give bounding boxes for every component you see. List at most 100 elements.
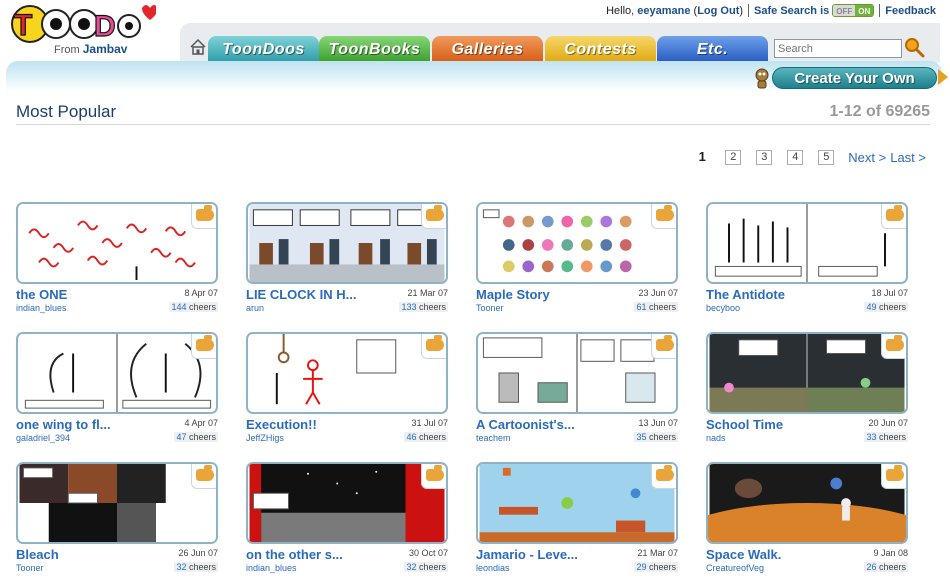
toon-thumbnail[interactable] [476,462,678,544]
toon-thumbnail[interactable] [476,202,678,284]
cheer-label: cheers [418,432,446,442]
hand-icon [886,205,904,221]
cheer-badge[interactable] [651,204,676,229]
hand-icon [886,335,904,351]
cheer-badge[interactable] [421,204,446,229]
logout-link[interactable]: Log Out [697,5,739,17]
cheer-label: cheers [648,302,676,312]
cheer-count: 49 [866,302,877,312]
user-bar: Hello, eeyamane (Log Out) Safe Search is… [606,4,936,17]
cheer-badge[interactable] [191,334,216,359]
username-link[interactable]: eeyamane [637,5,690,17]
cheer-badge[interactable] [881,204,906,229]
search-input[interactable] [774,39,902,58]
toon-thumbnail[interactable] [16,462,218,544]
toon-title[interactable]: Bleach [16,547,166,562]
tab-toonbooks[interactable]: ToonBooks [319,36,430,63]
toon-title[interactable]: Space Walk. [706,547,856,562]
toon-title[interactable]: on the other s... [246,547,396,562]
toon-card: the ONE 8 Apr 07 indian_blues 144 cheers [16,202,222,313]
safe-search-label: Safe Search is [754,4,830,17]
create-your-own[interactable]: Create Your Own [750,66,948,90]
toon-date: 20 Jun 07 [868,418,908,428]
toon-title[interactable]: one wing to fl... [16,417,166,432]
toon-image [479,334,675,412]
cheer-badge[interactable] [191,464,216,489]
cheer-badge[interactable] [191,204,216,229]
toon-thumbnail[interactable] [246,462,448,544]
jambav-link[interactable]: Jambav [83,42,128,56]
toon-date: 8 Apr 07 [184,288,218,298]
cheer-label: cheers [188,562,216,572]
cheer-badge[interactable] [651,464,676,489]
page-link-3[interactable]: 3 [756,150,773,165]
toon-thumbnail[interactable] [706,462,908,544]
toon-thumbnail[interactable] [16,332,218,414]
toon-title[interactable]: the ONE [16,287,166,302]
safe-search-toggle[interactable]: OFF ON [832,4,875,17]
toon-date: 30 Oct 07 [408,548,448,558]
toon-image [709,204,905,282]
toon-date: 21 Mar 07 [407,288,448,298]
toon-image [249,334,445,412]
cheer-badge[interactable] [651,334,676,359]
separator [748,4,750,17]
hand-icon [426,335,444,351]
page-link-5[interactable]: 5 [818,150,835,165]
toggle-off[interactable]: OFF [833,5,856,16]
cheer-count: 46 [406,432,417,442]
toon-thumbnail[interactable] [246,332,448,414]
svg-text:T: T [14,9,32,42]
toon-title[interactable]: The Antidote [706,287,856,302]
toon-cheers: 32 cheers [174,562,218,572]
toon-date: 21 Mar 07 [637,548,678,558]
hand-icon [196,335,214,351]
hand-icon [196,465,214,481]
cheer-count: 47 [176,432,187,442]
toon-title[interactable]: Execution!! [246,417,396,432]
cheer-badge[interactable] [881,334,906,359]
cheer-label: cheers [648,562,676,572]
toon-title[interactable]: Jamario - Leve... [476,547,626,562]
toon-thumbnail[interactable] [16,202,218,284]
toondoo-logo-graphic: T D [11,5,158,44]
cheer-badge[interactable] [881,464,906,489]
toon-card: Execution!! 31 Jul 07 JeffZHigs 46 cheer… [246,332,452,443]
tab-etc[interactable]: Etc. [657,36,768,63]
cheer-count: 26 [866,562,877,572]
toon-title[interactable]: Maple Story [476,287,626,302]
page-link-4[interactable]: 4 [787,150,804,165]
toon-thumbnail[interactable] [706,332,908,414]
toon-date: 9 Jan 08 [873,548,908,558]
tab-toondoos[interactable]: ToonDoos [208,36,319,63]
toon-card: Bleach 26 Jun 07 Tooner 32 cheers [16,462,222,573]
cheer-count: 61 [636,302,647,312]
create-your-own-button[interactable]: Create Your Own [772,67,937,89]
feedback-link[interactable]: Feedback [885,5,936,17]
toondoo-logo[interactable]: T D From Jambav [6,2,158,60]
tab-contests[interactable]: Contests [545,36,656,63]
divider [16,124,930,125]
page-link-2[interactable]: 2 [725,150,742,165]
next-link[interactable]: Next > [848,150,886,165]
toon-card: on the other s... 30 Oct 07 indian_blues… [246,462,452,573]
toon-thumbnail[interactable] [706,202,908,284]
toon-title[interactable]: School Time [706,417,856,432]
last-link[interactable]: Last > [890,150,926,165]
hand-icon [426,465,444,481]
toon-cheers: 47 cheers [174,432,218,442]
cheer-badge[interactable] [421,334,446,359]
home-icon[interactable] [188,37,208,57]
toon-title[interactable]: A Cartoonist's... [476,417,626,432]
cheer-count: 35 [636,432,647,442]
cheer-label: cheers [878,562,906,572]
toon-thumbnail[interactable] [246,202,448,284]
tab-galleries[interactable]: Galleries [432,36,543,63]
toon-image [249,464,445,542]
cheer-badge[interactable] [421,464,446,489]
toon-thumbnail[interactable] [476,332,678,414]
toon-image [479,204,675,282]
toon-title[interactable]: LIE CLOCK IN H... [246,287,396,302]
toggle-on[interactable]: ON [855,5,874,16]
search-icon[interactable] [903,36,925,58]
